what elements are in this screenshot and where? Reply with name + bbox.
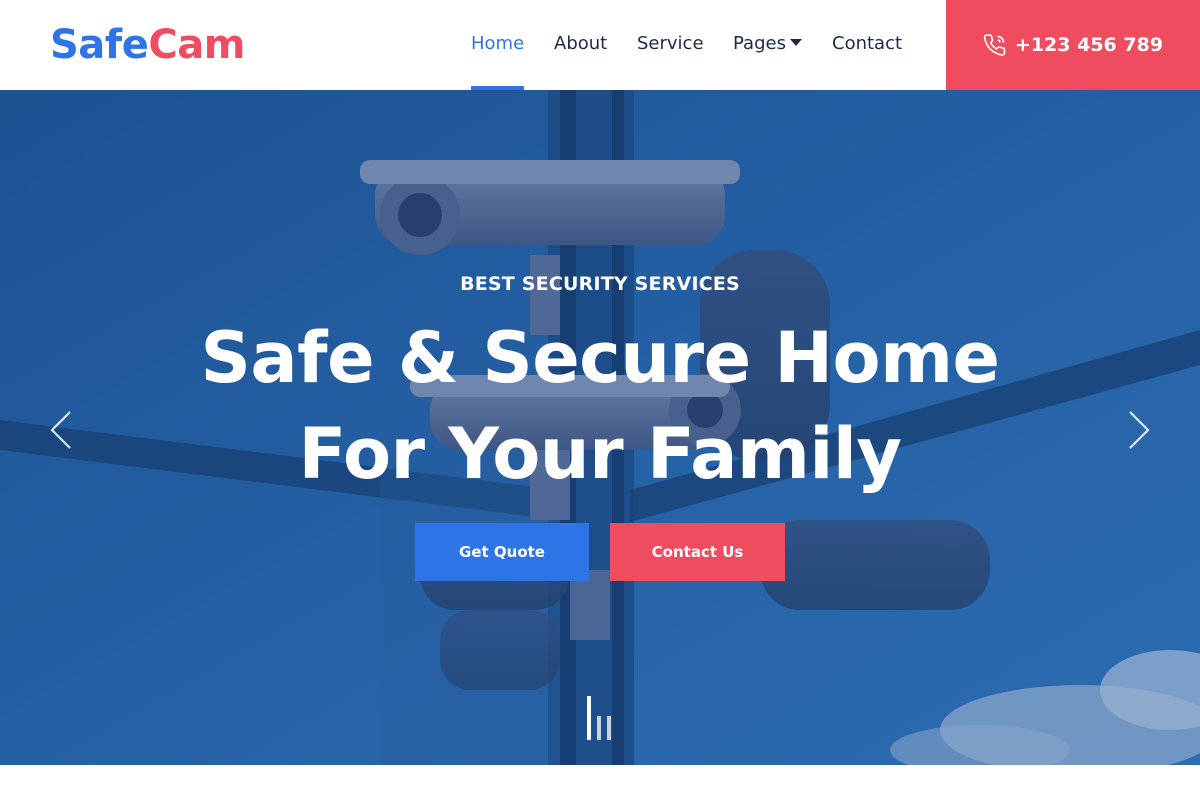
carousel-indicator-3[interactable]: [607, 716, 611, 740]
brand-part-2: Cam: [148, 22, 245, 68]
hero-headline-line-1: Safe & Secure Home: [200, 317, 1000, 399]
navbar: SafeCam Home About Service Pages Contact…: [0, 0, 1200, 90]
nav-item-home[interactable]: Home: [471, 0, 525, 90]
carousel-indicators: [585, 694, 617, 740]
nav-item-about[interactable]: About: [554, 0, 607, 90]
caret-down-icon: [789, 39, 802, 46]
brand-logo[interactable]: SafeCam: [50, 18, 245, 72]
chevron-right-icon[interactable]: [1124, 408, 1154, 452]
chevron-left-icon[interactable]: [46, 408, 76, 452]
carousel-indicator-2[interactable]: [597, 716, 601, 740]
nav-item-contact[interactable]: Contact: [832, 0, 902, 90]
phone-icon: [983, 34, 1006, 56]
nav-item-pages[interactable]: Pages: [733, 0, 802, 90]
hero-carousel: BEST SECURITY SERVICES Safe & Secure Hom…: [0, 90, 1200, 765]
hero-eyebrow: BEST SECURITY SERVICES: [460, 273, 740, 295]
get-quote-button[interactable]: Get Quote: [415, 523, 589, 581]
hero-headline-line-2: For Your Family: [298, 413, 902, 495]
brand-part-1: Safe: [50, 22, 149, 68]
nav-item-service[interactable]: Service: [637, 0, 704, 90]
hero-content: BEST SECURITY SERVICES Safe & Secure Hom…: [0, 90, 1200, 765]
hero-headline: Safe & Secure Home For Your Family: [0, 310, 1200, 502]
carousel-indicator-1[interactable]: [587, 696, 591, 740]
phone-number: +123 456 789: [1014, 34, 1164, 56]
nav-item-pages-label: Pages: [733, 33, 786, 54]
phone-button[interactable]: +123 456 789: [946, 0, 1200, 90]
contact-us-button[interactable]: Contact Us: [610, 523, 785, 581]
